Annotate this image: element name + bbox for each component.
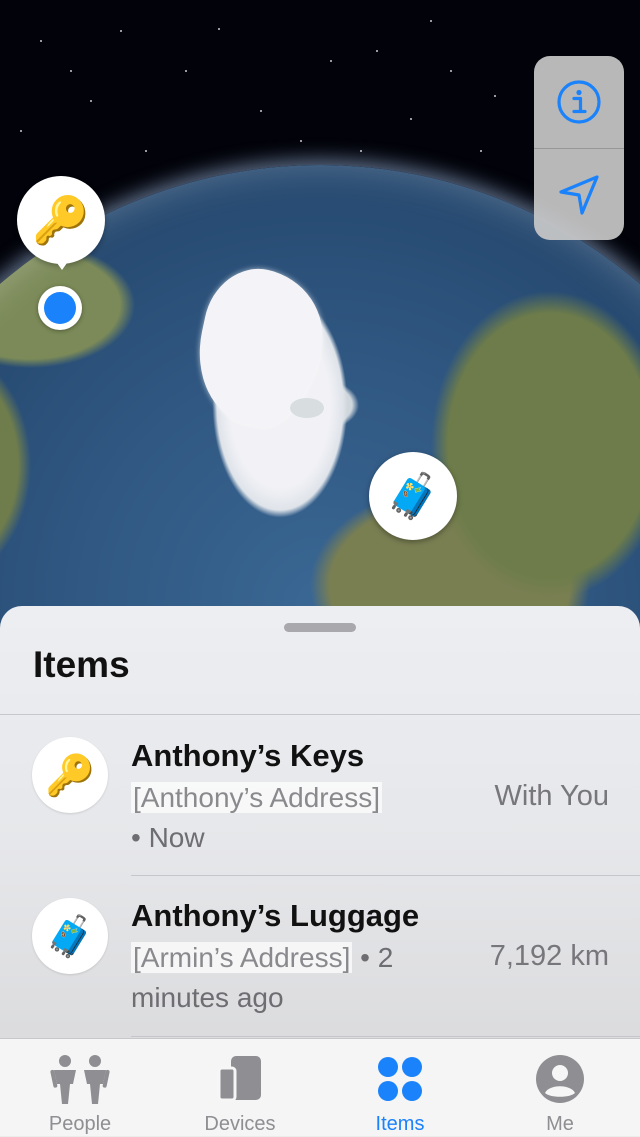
items-icon [378, 1057, 422, 1101]
people-icon [50, 1055, 110, 1104]
tab-people[interactable]: People [0, 1039, 160, 1137]
tab-label: Items [375, 1113, 425, 1135]
luggage-icon: 🧳 [45, 914, 95, 959]
iceland-landmass [290, 398, 324, 418]
tab-label: Devices [204, 1113, 276, 1135]
track-location-button[interactable] [534, 148, 624, 240]
item-status: 7,192 km [489, 940, 609, 972]
item-name: Anthony’s Keys [131, 738, 365, 773]
luggage-map-marker[interactable]: 🧳 [369, 452, 457, 540]
info-icon [557, 80, 601, 124]
item-avatar: 🧳 [32, 898, 108, 974]
item-name: Anthony’s Luggage [131, 898, 420, 933]
key-icon: 🔑 [45, 753, 95, 798]
tab-me[interactable]: Me [480, 1039, 640, 1137]
sheet-grabber[interactable] [284, 623, 356, 632]
location-arrow-icon [559, 175, 599, 215]
item-avatar: 🔑 [32, 737, 108, 813]
item-time: • Now [131, 822, 205, 853]
luggage-icon: 🧳 [385, 472, 441, 521]
devices-icon [217, 1056, 261, 1102]
list-item[interactable]: 🧳 Anthony’s Luggage [Armin’s Address] • … [0, 896, 640, 1036]
sheet-title: Items [33, 644, 130, 685]
pin-pointer [52, 256, 72, 270]
key-icon: 🔑 [32, 193, 90, 246]
tab-label: People [48, 1113, 112, 1135]
item-address: [Anthony’s Address] [131, 782, 382, 813]
tab-items[interactable]: Items [320, 1039, 480, 1137]
item-subtitle: [Anthony’s Address] • Now [131, 778, 431, 858]
item-address: [Armin’s Address] [131, 942, 353, 973]
tab-bar: People Devices Items Me [0, 1038, 640, 1137]
tab-label: Me [546, 1113, 574, 1135]
row-divider [131, 875, 640, 876]
current-location-dot [38, 286, 82, 330]
map-view[interactable]: 🔑 🧳 [0, 0, 640, 640]
divider [0, 714, 640, 715]
item-subtitle: [Armin’s Address] • 2 minutes ago [131, 938, 431, 1018]
item-status: With You [494, 780, 609, 812]
tab-devices[interactable]: Devices [160, 1039, 320, 1137]
list-item[interactable]: 🔑 Anthony’s Keys [Anthony’s Address] • N… [0, 734, 640, 874]
info-button[interactable] [534, 56, 624, 148]
map-controls [534, 56, 624, 240]
keys-map-pin[interactable]: 🔑 [17, 176, 105, 264]
me-icon [536, 1055, 584, 1103]
row-divider [131, 1036, 640, 1037]
